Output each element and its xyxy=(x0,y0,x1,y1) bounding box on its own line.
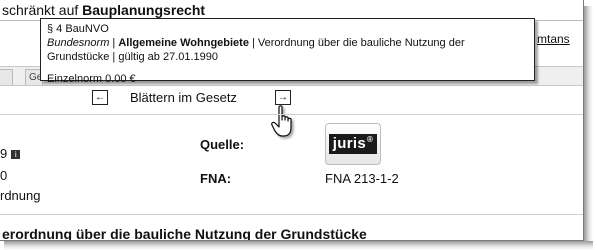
window-shadow-bottom xyxy=(4,241,593,250)
hand-cursor-icon xyxy=(271,105,292,137)
restriction-header: schränkt auf Bauplanungsrecht xyxy=(0,0,205,20)
app-window: schränkt auf Bauplanungsrecht mtans Ge ←… xyxy=(0,0,584,241)
source-label: Quelle: xyxy=(200,137,245,152)
next-norm-button[interactable]: → xyxy=(275,90,291,105)
arrow-left-icon: ← xyxy=(95,92,105,103)
left-fragment-b: 0 xyxy=(0,168,8,183)
left-fragment-a: 9i xyxy=(0,146,21,161)
section-divider-top xyxy=(0,114,583,115)
navigation-label: Blättern im Gesetz xyxy=(130,90,237,105)
tooltip-description-line-1: Bundesnorm | Allgemeine Wohngebiete | Ve… xyxy=(47,37,465,49)
tooltip-title: § 4 BauNVO xyxy=(47,23,109,35)
right-link[interactable]: mtans xyxy=(537,32,570,46)
arrow-right-icon: → xyxy=(278,92,288,103)
window-shadow-right xyxy=(584,6,593,246)
tooltip-price: Einzelnorm 0.00 € xyxy=(47,73,136,85)
restriction-prefix: schränkt auf xyxy=(2,2,83,18)
tooltip-heading: Allgemeine Wohngebiete xyxy=(118,37,249,49)
tooltip-norm-kind: Bundesnorm xyxy=(47,37,110,49)
tooltip-description-line-2: Grundstücke | gültig ab 27.01.1990 xyxy=(47,51,219,63)
juris-wordmark: juris® xyxy=(328,134,378,154)
left-fragment-c: rdnung xyxy=(0,188,41,203)
previous-norm-button[interactable]: ← xyxy=(92,90,108,105)
section-divider-bottom xyxy=(0,214,583,215)
restriction-domain: Bauplanungsrecht xyxy=(82,2,206,18)
norm-tooltip: § 4 BauNVO Bundesnorm | Allgemeine Wohng… xyxy=(40,18,535,85)
juris-logo[interactable]: juris® xyxy=(325,123,381,165)
norm-title: erordnung über die bauliche Nutzung der … xyxy=(2,226,367,241)
info-icon[interactable]: i xyxy=(11,150,21,159)
fna-label: FNA: xyxy=(200,171,232,186)
fna-value: FNA 213-1-2 xyxy=(325,171,399,186)
tab-1[interactable] xyxy=(0,69,13,85)
